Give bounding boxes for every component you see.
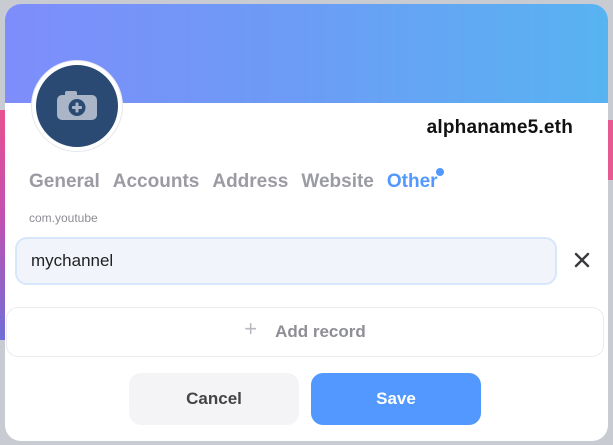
record-value-field bbox=[15, 237, 557, 285]
add-record-button[interactable]: + Add record bbox=[6, 307, 604, 357]
background-edge-right bbox=[608, 120, 613, 180]
tab-other-label: Other bbox=[386, 171, 438, 192]
edit-profile-modal: alphaname5.eth General Accounts Address … bbox=[5, 4, 608, 441]
record-tabs: General Accounts Address Website Other bbox=[29, 168, 444, 193]
camera-plus-icon bbox=[56, 91, 98, 121]
plus-icon: + bbox=[244, 316, 258, 341]
tab-website[interactable]: Website bbox=[301, 171, 374, 193]
tab-indicator-dot bbox=[435, 168, 444, 176]
tab-accounts[interactable]: Accounts bbox=[113, 171, 200, 193]
remove-record-button[interactable] bbox=[572, 252, 592, 272]
avatar-upload-button[interactable] bbox=[32, 61, 122, 151]
cancel-button[interactable]: Cancel bbox=[129, 373, 299, 425]
tab-general[interactable]: General bbox=[29, 171, 100, 193]
tab-other[interactable]: Other bbox=[386, 168, 444, 193]
close-icon bbox=[574, 252, 590, 273]
add-record-label: Add record bbox=[275, 322, 366, 341]
tab-address[interactable]: Address bbox=[212, 171, 288, 193]
profile-name: alphaname5.eth bbox=[426, 117, 573, 138]
record-key-label: com.youtube bbox=[29, 211, 98, 225]
record-value-input[interactable] bbox=[17, 239, 555, 283]
save-button[interactable]: Save bbox=[311, 373, 481, 425]
